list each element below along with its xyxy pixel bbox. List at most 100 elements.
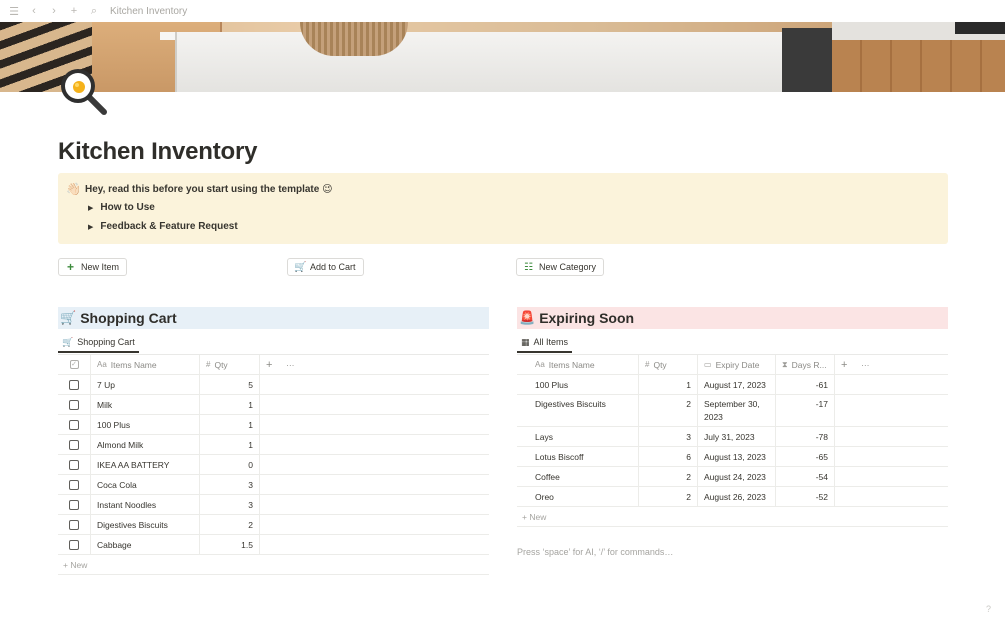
column-header-name[interactable]: Aa Items Name bbox=[91, 355, 200, 374]
qty-cell[interactable]: 1 bbox=[200, 415, 260, 434]
back-icon[interactable]: ‹ bbox=[28, 5, 40, 17]
editor-placeholder[interactable]: Press ‘space’ for AI, ‘/’ for commands… bbox=[517, 547, 673, 557]
row-checkbox[interactable] bbox=[58, 435, 91, 454]
item-name-cell[interactable]: 100 Plus bbox=[517, 375, 639, 394]
qty-cell[interactable]: 3 bbox=[639, 427, 698, 446]
qty-cell[interactable]: 2 bbox=[639, 487, 698, 506]
toggle-how-to-use[interactable]: ▶ How to Use bbox=[88, 202, 155, 213]
toggle-triangle-icon[interactable]: ▶ bbox=[88, 223, 93, 231]
qty-cell[interactable]: 1 bbox=[639, 375, 698, 394]
breadcrumb-title[interactable]: Kitchen Inventory bbox=[110, 6, 187, 17]
row-checkbox[interactable] bbox=[58, 455, 91, 474]
table-row[interactable]: Almond Milk 1 bbox=[58, 435, 489, 455]
shopping-cart-heading[interactable]: 🛒 Shopping Cart bbox=[58, 307, 489, 329]
column-header-name[interactable]: Aa Items Name bbox=[517, 355, 639, 374]
expiry-date-cell[interactable]: August 13, 2023 bbox=[698, 447, 776, 466]
row-checkbox[interactable] bbox=[58, 415, 91, 434]
new-category-button[interactable]: ☷ New Category bbox=[516, 258, 605, 276]
days-remaining-cell[interactable]: -54 bbox=[776, 467, 835, 486]
item-name-cell[interactable]: Instant Noodles bbox=[91, 495, 200, 514]
expiring-soon-heading[interactable]: 🚨 Expiring Soon bbox=[517, 307, 948, 329]
item-name-cell[interactable]: Cabbage bbox=[91, 535, 200, 554]
wave-icon[interactable]: 👋🏻 bbox=[66, 182, 81, 196]
qty-cell[interactable]: 1 bbox=[200, 435, 260, 454]
expiry-date-cell[interactable]: July 31, 2023 bbox=[698, 427, 776, 446]
item-name-cell[interactable]: Oreo bbox=[517, 487, 639, 506]
table-row[interactable]: Oreo 2 August 26, 2023 -52 bbox=[517, 487, 948, 507]
column-header-expiry[interactable]: ▭ Expiry Date bbox=[698, 355, 776, 374]
more-options-button[interactable]: ··· bbox=[280, 355, 310, 374]
add-icon[interactable]: + bbox=[68, 5, 80, 17]
table-row[interactable]: Digestives Biscuits 2 bbox=[58, 515, 489, 535]
help-button[interactable]: ? bbox=[986, 604, 991, 614]
table-row[interactable]: Instant Noodles 3 bbox=[58, 495, 489, 515]
table-row[interactable]: 100 Plus 1 bbox=[58, 415, 489, 435]
item-name-cell[interactable]: Digestives Biscuits bbox=[91, 515, 200, 534]
table-row[interactable]: Digestives Biscuits 2 September 30, 2023 -1… bbox=[517, 395, 948, 427]
tab-shopping-cart[interactable]: 🛒 Shopping Cart bbox=[58, 333, 139, 353]
days-remaining-cell[interactable]: -65 bbox=[776, 447, 835, 466]
item-name-cell[interactable]: Digestives Biscuits bbox=[517, 395, 639, 426]
item-name-cell[interactable]: Lotus Biscoff bbox=[517, 447, 639, 466]
qty-cell[interactable]: 1 bbox=[200, 395, 260, 414]
new-item-button[interactable]: + New Item bbox=[58, 258, 128, 276]
table-row[interactable]: 100 Plus 1 August 17, 2023 -61 bbox=[517, 375, 948, 395]
column-header-qty[interactable]: # Qty bbox=[200, 355, 260, 374]
table-row[interactable]: Milk 1 bbox=[58, 395, 489, 415]
item-name-cell[interactable]: Milk bbox=[91, 395, 200, 414]
item-name-cell[interactable]: 7 Up bbox=[91, 375, 200, 394]
more-options-button[interactable]: ··· bbox=[855, 355, 885, 374]
table-row[interactable]: Lotus Biscoff 6 August 13, 2023 -65 bbox=[517, 447, 948, 467]
column-header-days[interactable]: ⧗ Days R... bbox=[776, 355, 835, 374]
row-checkbox[interactable] bbox=[58, 395, 91, 414]
new-row-button[interactable]: + New bbox=[517, 507, 948, 527]
qty-cell[interactable]: 3 bbox=[200, 495, 260, 514]
expiry-date-cell[interactable]: August 26, 2023 bbox=[698, 487, 776, 506]
item-name-cell[interactable]: Lays bbox=[517, 427, 639, 446]
toggle-triangle-icon[interactable]: ▶ bbox=[88, 204, 93, 212]
add-to-cart-button[interactable]: 🛒 Add to Cart bbox=[287, 258, 364, 276]
new-row-button[interactable]: + New bbox=[58, 555, 489, 575]
magnifier-egg-icon[interactable] bbox=[58, 66, 110, 118]
qty-cell[interactable]: 0 bbox=[200, 455, 260, 474]
item-name-cell[interactable]: 100 Plus bbox=[91, 415, 200, 434]
days-remaining-cell[interactable]: -52 bbox=[776, 487, 835, 506]
column-header-qty[interactable]: # Qty bbox=[639, 355, 698, 374]
toggle-feedback[interactable]: ▶ Feedback & Feature Request bbox=[88, 221, 238, 232]
callout-block[interactable]: 👋🏻 Hey, read this before you start using… bbox=[58, 173, 948, 244]
row-checkbox[interactable] bbox=[58, 535, 91, 554]
item-name-cell[interactable]: IKEA AA BATTERY bbox=[91, 455, 200, 474]
table-row[interactable]: Coca Cola 3 bbox=[58, 475, 489, 495]
cover-image[interactable] bbox=[0, 22, 1005, 92]
row-checkbox[interactable] bbox=[58, 475, 91, 494]
qty-cell[interactable]: 2 bbox=[200, 515, 260, 534]
forward-icon[interactable]: › bbox=[48, 5, 60, 17]
expiry-date-cell[interactable]: August 17, 2023 bbox=[698, 375, 776, 394]
item-name-cell[interactable]: Coffee bbox=[517, 467, 639, 486]
item-name-cell[interactable]: Coca Cola bbox=[91, 475, 200, 494]
qty-cell[interactable]: 5 bbox=[200, 375, 260, 394]
table-row[interactable]: IKEA AA BATTERY 0 bbox=[58, 455, 489, 475]
select-all-checkbox[interactable]: ✓ bbox=[58, 355, 91, 374]
qty-cell[interactable]: 2 bbox=[639, 467, 698, 486]
days-remaining-cell[interactable]: -17 bbox=[776, 395, 835, 426]
table-row[interactable]: Lays 3 July 31, 2023 -78 bbox=[517, 427, 948, 447]
qty-cell[interactable]: 1.5 bbox=[200, 535, 260, 554]
row-checkbox[interactable] bbox=[58, 495, 91, 514]
qty-cell[interactable]: 3 bbox=[200, 475, 260, 494]
table-row[interactable]: Coffee 2 August 24, 2023 -54 bbox=[517, 467, 948, 487]
row-checkbox[interactable] bbox=[58, 375, 91, 394]
qty-cell[interactable]: 6 bbox=[639, 447, 698, 466]
table-row[interactable]: 7 Up 5 bbox=[58, 375, 489, 395]
page-title[interactable]: Kitchen Inventory bbox=[58, 138, 258, 166]
item-name-cell[interactable]: Almond Milk bbox=[91, 435, 200, 454]
expiry-date-cell[interactable]: September 30, 2023 bbox=[698, 395, 776, 426]
add-column-button[interactable]: + bbox=[260, 355, 280, 374]
menu-icon[interactable]: ☰ bbox=[8, 5, 20, 18]
search-icon[interactable]: ⌕ bbox=[88, 5, 100, 18]
days-remaining-cell[interactable]: -61 bbox=[776, 375, 835, 394]
add-column-button[interactable]: + bbox=[835, 355, 855, 374]
days-remaining-cell[interactable]: -78 bbox=[776, 427, 835, 446]
expiry-date-cell[interactable]: August 24, 2023 bbox=[698, 467, 776, 486]
qty-cell[interactable]: 2 bbox=[639, 395, 698, 426]
